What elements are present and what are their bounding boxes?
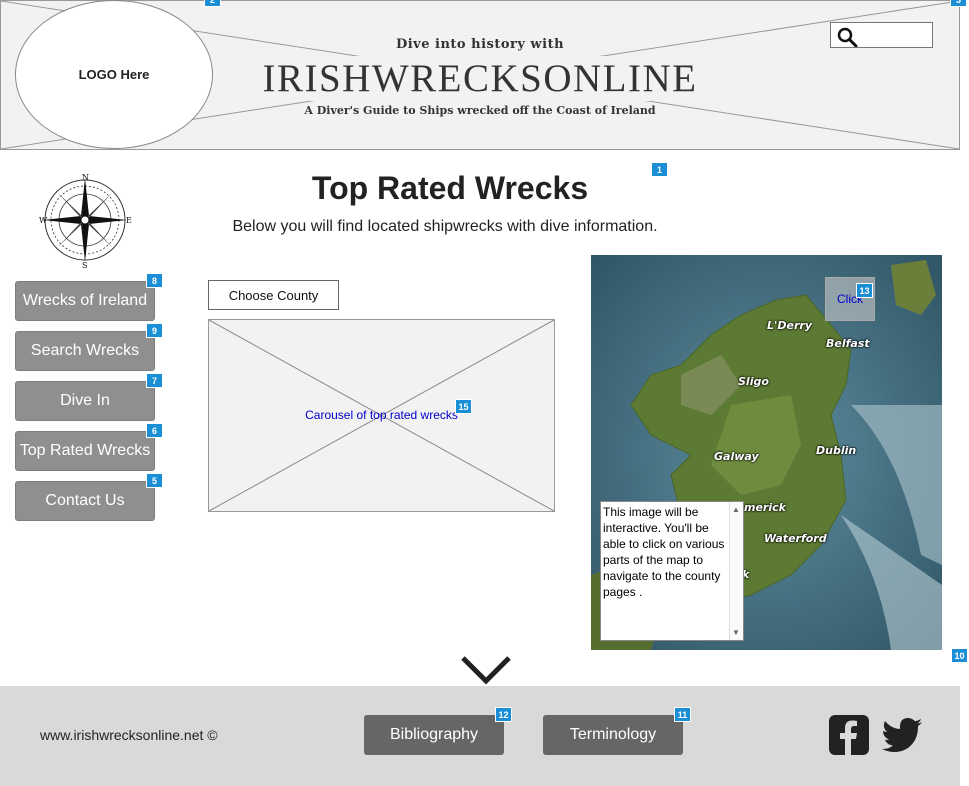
annotation-badge: 7	[146, 373, 163, 388]
compass-rose-icon: N S W E	[39, 173, 132, 270]
annotation-badge: 3	[950, 0, 967, 7]
map-label-limerick[interactable]: merick	[744, 501, 786, 514]
annotation-badge: 9	[146, 323, 163, 338]
ireland-satellite-map[interactable]: L'Derry Belfast Sligo Galway Dublin meri…	[591, 255, 942, 650]
terminology-button[interactable]: Terminology	[543, 715, 683, 755]
map-label-waterford[interactable]: Waterford	[764, 532, 827, 545]
map-note-scrollbar[interactable]: ▲ ▼	[729, 502, 743, 640]
top-rated-carousel[interactable]: Carousel of top rated wrecks	[208, 319, 555, 512]
annotation-badge: 10	[951, 648, 968, 663]
nav-contact-us-button[interactable]: Contact Us	[15, 481, 155, 521]
choose-county-dropdown[interactable]: Choose County	[208, 280, 339, 310]
scroll-up-icon[interactable]: ▲	[732, 505, 740, 514]
annotation-badge: 12	[495, 707, 512, 722]
map-label-galway[interactable]: Galway	[714, 450, 759, 463]
logo-placeholder[interactable]: LOGO Here	[15, 0, 213, 149]
svg-text:N: N	[82, 173, 89, 182]
search-icon	[837, 27, 858, 47]
annotation-badge: 1	[651, 162, 668, 177]
header-tagline-bottom: A Diver's Guide to Ships wrecked off the…	[304, 104, 656, 117]
annotation-badge: 5	[146, 473, 163, 488]
page-subtitle: Below you will find located shipwrecks w…	[232, 218, 658, 235]
map-note-textarea[interactable]: This image will be interactive. You'll b…	[600, 501, 744, 641]
header-tagline-top: Dive into history with	[395, 37, 565, 52]
annotation-badge: 11	[674, 707, 691, 722]
chevron-down-icon[interactable]	[460, 655, 512, 687]
nav-search-wrecks-button[interactable]: Search Wrecks	[15, 331, 155, 371]
scroll-down-icon[interactable]: ▼	[732, 628, 740, 637]
annotation-badge: 8	[146, 273, 163, 288]
annotation-badge: 6	[146, 423, 163, 438]
svg-text:W: W	[39, 216, 48, 225]
twitter-icon[interactable]	[882, 717, 922, 753]
map-label-derry[interactable]: L'Derry	[767, 319, 812, 332]
annotation-badge: 2	[204, 0, 221, 7]
page-title: Top Rated Wrecks	[311, 170, 589, 206]
nav-dive-in-button[interactable]: Dive In	[15, 381, 155, 421]
carousel-label: Carousel of top rated wrecks	[305, 408, 458, 422]
nav-wrecks-of-ireland-button[interactable]: Wrecks of Ireland	[15, 281, 155, 321]
nav-top-rated-wrecks-button[interactable]: Top Rated Wrecks	[15, 431, 155, 471]
copyright-text: www.irishwrecksonline.net ©	[40, 727, 218, 743]
site-footer: www.irishwrecksonline.net © Bibliography…	[0, 686, 960, 786]
annotation-badge: 13	[856, 283, 873, 298]
search-input[interactable]	[830, 22, 933, 48]
map-note-text: This image will be interactive. You'll b…	[603, 505, 725, 599]
map-label-belfast[interactable]: Belfast	[826, 337, 870, 350]
map-label-sligo[interactable]: Sligo	[738, 375, 769, 388]
facebook-icon[interactable]	[829, 715, 869, 755]
svg-text:E: E	[126, 216, 132, 225]
svg-text:S: S	[82, 261, 87, 270]
annotation-badge: 15	[455, 399, 472, 414]
site-title: IRISHWRECKSONLINE	[258, 56, 702, 101]
map-label-dublin[interactable]: Dublin	[816, 444, 856, 457]
bibliography-button[interactable]: Bibliography	[364, 715, 504, 755]
